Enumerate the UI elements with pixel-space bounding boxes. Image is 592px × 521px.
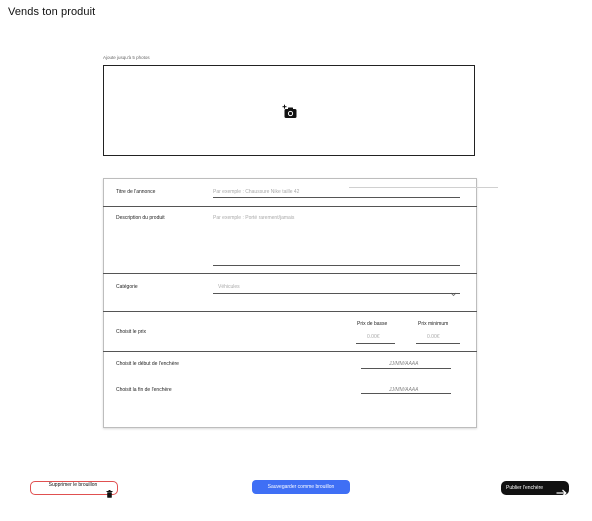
publish-auction-button[interactable]: Publier l'enchère bbox=[501, 481, 569, 497]
category-select-underline bbox=[213, 293, 460, 294]
description-input[interactable]: Par exemple : Porté rarement/jamais bbox=[213, 215, 294, 221]
form-divider bbox=[103, 311, 477, 312]
min-price-input[interactable]: 0.00€ bbox=[427, 334, 440, 340]
chevron-down-icon[interactable] bbox=[450, 284, 457, 297]
min-price-label: Prix minimum bbox=[418, 321, 449, 327]
auction-start-underline bbox=[361, 368, 451, 369]
auction-end-label: Choisit la fin de l'enchère bbox=[116, 387, 172, 393]
divider-line bbox=[349, 187, 498, 188]
min-price-underline bbox=[416, 343, 460, 344]
auction-start-input[interactable]: JJ/MM/AAAA bbox=[389, 361, 418, 367]
delete-draft-button[interactable]: Supprimer le brouillon bbox=[30, 481, 118, 498]
title-input[interactable]: Par exemple : Chaussure Nike taille 42 bbox=[213, 189, 299, 195]
base-price-input[interactable]: 0.00€ bbox=[367, 334, 380, 340]
form-divider bbox=[103, 206, 477, 207]
publish-auction-label: Publier l'enchère bbox=[506, 485, 544, 491]
title-field-label: Titre de l'annonce bbox=[116, 189, 156, 195]
page-title: Vends ton produit bbox=[8, 6, 96, 18]
form-divider bbox=[103, 273, 477, 274]
photo-upload-hint: Ajoute jusqu'à 5 photos bbox=[103, 55, 150, 60]
description-field-label: Description du produit bbox=[116, 215, 165, 221]
add-photo-camera-icon[interactable] bbox=[282, 104, 298, 120]
auction-start-label: Choisit le début de l'enchère bbox=[116, 361, 179, 367]
form-divider bbox=[103, 351, 477, 352]
delete-draft-label: Supprimer le brouillon bbox=[48, 482, 98, 488]
auction-end-underline bbox=[361, 393, 451, 394]
title-input-underline bbox=[213, 197, 460, 198]
trash-icon bbox=[106, 485, 113, 498]
base-price-underline bbox=[356, 343, 395, 344]
arrow-right-icon bbox=[556, 484, 567, 497]
save-draft-button[interactable]: Sauvegarder comme brouillon bbox=[252, 480, 350, 494]
price-label: Choisit le prix bbox=[116, 329, 147, 335]
description-input-underline bbox=[213, 265, 460, 266]
category-field-label: Catégorie bbox=[116, 284, 138, 290]
category-select[interactable]: Véhicules bbox=[218, 284, 240, 290]
base-price-label: Prix de basse bbox=[357, 321, 388, 327]
